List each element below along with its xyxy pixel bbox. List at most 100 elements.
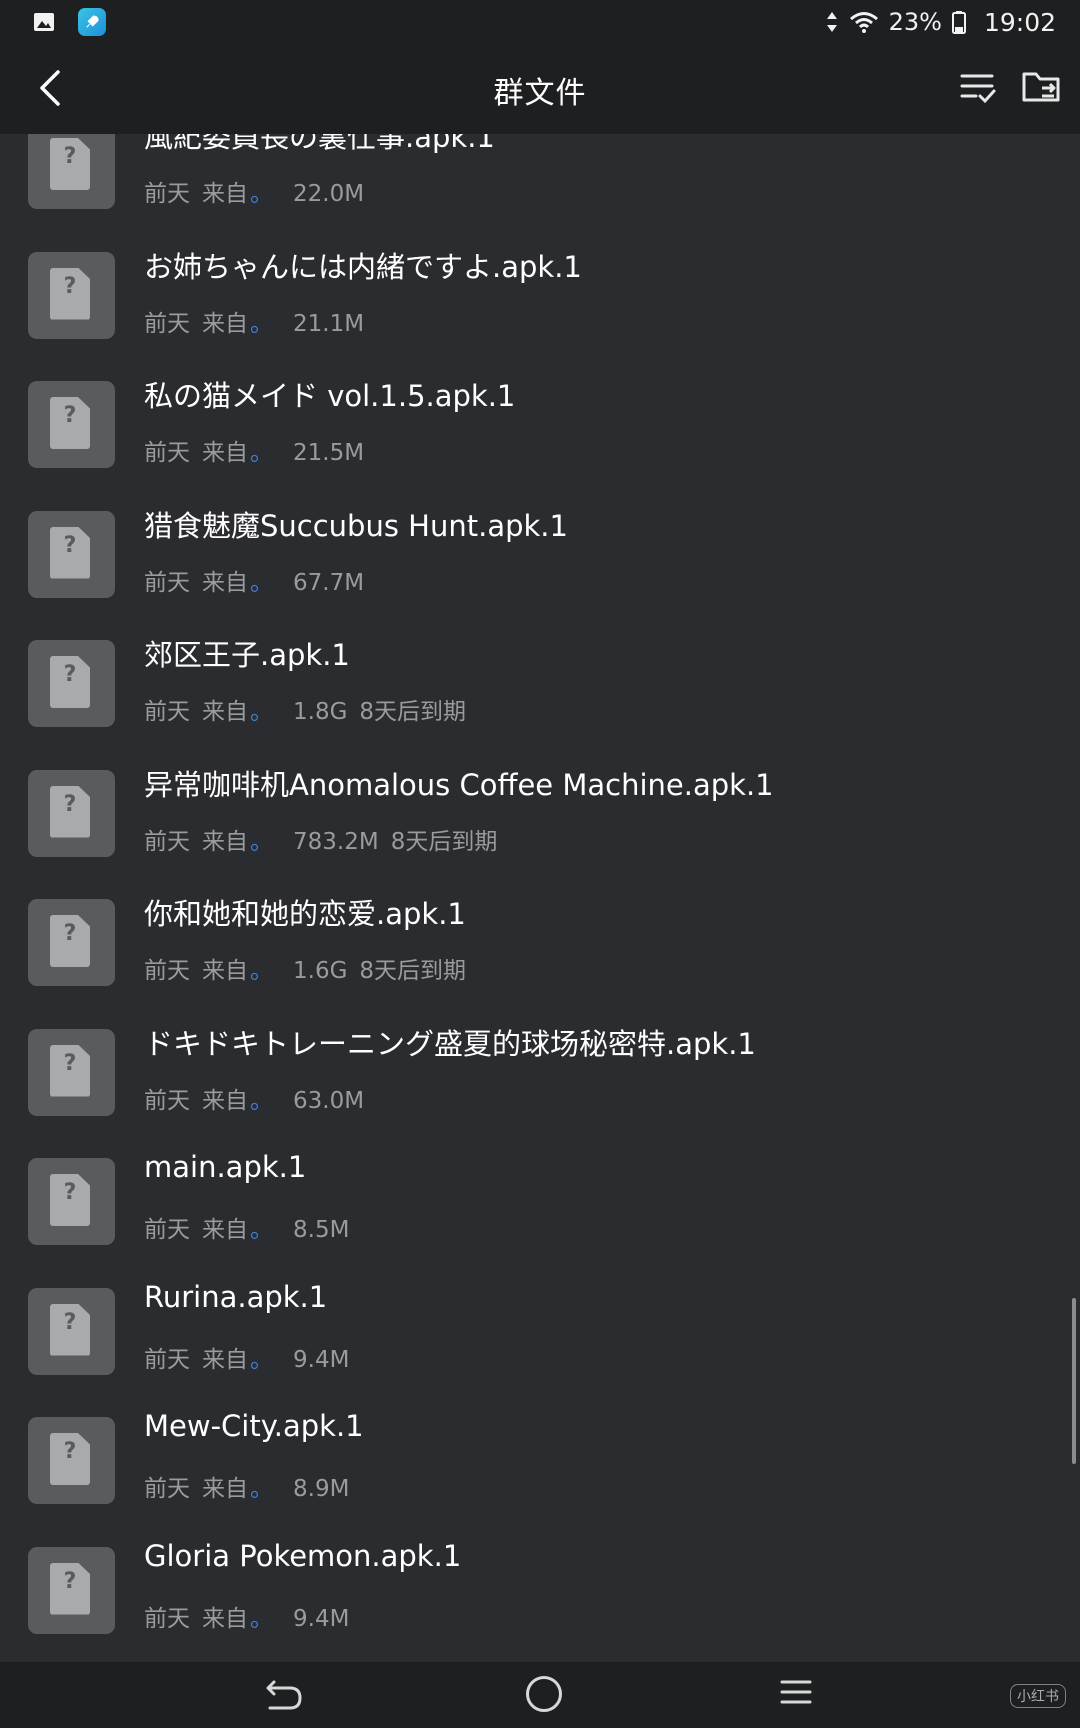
file-list-item[interactable]: ? 你和她和她的恋爱.apk.1 前天 来自。 1.6G 8天后到期 [0,877,1080,1007]
file-from-label: 来自 [202,1217,248,1243]
unknown-file-icon: ? [28,251,115,339]
menu-lines-icon[interactable] [780,1678,812,1706]
file-sender[interactable]: 。 [250,1088,273,1114]
file-size: 21.5M [293,440,365,466]
unknown-file-icon: ? [28,510,115,598]
data-arrows-icon [826,12,837,32]
file-list-item[interactable]: ? Rurina.apk.1 前天 来自。 9.4M [0,1266,1080,1396]
unknown-file-icon: ? [28,899,115,986]
file-date: 前天 [144,1476,190,1502]
file-size: 22.0M [293,181,365,207]
page-title: 群文件 [493,76,587,111]
navigation-bar: 小红书 [0,1662,1080,1728]
file-from-label: 来自 [202,828,248,855]
battery-percentage: 23% [888,8,942,36]
file-date: 前天 [144,1605,190,1632]
file-list-item[interactable]: ? 風紀委員長の裏仕事.apk.1 前天 来自。 22.0M [0,134,1080,230]
file-list-item[interactable]: ? 郊区王子.apk.1 前天 来自。 1.8G 8天后到期 [0,618,1080,748]
file-date: 前天 [144,828,190,855]
rocket-app-icon [78,8,106,36]
unknown-file-icon: ? [28,1158,115,1245]
file-sender[interactable]: 。 [250,1347,273,1373]
watermark-badge: 小红书 [1010,1684,1066,1708]
home-circle-icon[interactable] [526,1676,562,1712]
file-meta: 前天 来自。 63.0M [144,1081,388,1115]
file-sender[interactable]: 。 [250,829,273,855]
gallery-icon [34,13,54,31]
file-name: お姉ちゃんには内緒ですよ.apk.1 [144,249,582,284]
file-name: Rurina.apk.1 [144,1279,328,1314]
file-size: 783.2M [293,828,379,855]
folder-transfer-icon [1022,72,1060,102]
file-expiry: 8天后到期 [359,958,467,984]
file-list[interactable]: ? 風紀委員長の裏仕事.apk.1 前天 来自。 22.0M ? お姉ちゃんには内緒… [0,134,1080,1662]
file-sender[interactable]: 。 [250,570,273,596]
file-meta: 前天 来自。 8.9M [144,1469,373,1503]
file-date: 前天 [144,958,190,984]
file-date: 前天 [144,699,190,725]
file-from-label: 来自 [202,440,248,466]
file-name: 异常咖啡机Anomalous Coffee Machine.apk.1 [144,767,774,802]
file-size: 21.1M [293,310,365,337]
clock: 19:02 [983,7,1056,37]
file-name: Mew-City.apk.1 [144,1409,364,1443]
file-from-label: 来自 [202,699,248,725]
file-sender[interactable]: 。 [250,699,273,725]
file-list-item[interactable]: ? 猎食魅魔Succubus Hunt.apk.1 前天 来自。 67.7M [0,489,1080,619]
file-meta: 前天 来自。 67.7M [144,563,388,597]
file-date: 前天 [144,1346,190,1373]
file-from-label: 来自 [202,569,248,596]
file-date: 前天 [144,181,190,207]
sort-button[interactable] [958,68,998,108]
file-size: 8.9M [293,1476,350,1502]
file-size: 9.4M [293,1605,350,1632]
file-sender[interactable]: 。 [250,958,273,984]
file-list-item[interactable]: ? Mew-City.apk.1 前天 来自。 8.9M [0,1395,1080,1525]
file-list-item[interactable]: ? 私の猫メイド vol.1.5.apk.1 前天 来自。 21.5M [0,359,1080,489]
file-size: 8.5M [293,1217,350,1243]
file-size: 1.8G [293,699,348,725]
screen: 23% 19:02 群文件 ? 風紀委員長の裏仕事.apk.1 前天 来自。 2… [0,0,1080,1728]
file-size: 1.6G [293,958,348,984]
file-size: 9.4M [293,1346,350,1373]
file-sender[interactable]: 。 [250,181,273,207]
file-from-label: 来自 [202,1605,248,1632]
file-meta: 前天 来自。 8.5M [144,1210,373,1244]
file-meta: 前天 来自。 1.6G 8天后到期 [144,951,478,985]
file-list-item[interactable]: ? Gloria Pokemon.apk.1 前天 来自。 9.4M [0,1525,1080,1655]
file-name: 郊区王子.apk.1 [144,638,350,672]
unknown-file-icon: ? [28,1028,115,1116]
unknown-file-icon: ? [28,1546,115,1634]
file-sender[interactable]: 。 [250,1476,273,1502]
file-meta: 前天 来自。 22.0M [144,174,388,208]
scrollbar[interactable] [1072,1298,1076,1464]
file-sender[interactable]: 。 [250,1217,273,1243]
file-from-label: 来自 [202,181,248,207]
file-sender[interactable]: 。 [250,311,273,337]
file-list-item[interactable]: ? ドキドキトレーニング盛夏的球场秘密特.apk.1 前天 来自。 63.0M [0,1007,1080,1137]
file-meta: 前天 来自。 9.4M [144,1599,373,1633]
file-from-label: 来自 [202,310,248,337]
file-list-item[interactable]: ? 异常咖啡机Anomalous Coffee Machine.apk.1 前天… [0,748,1080,878]
status-bar-left [32,8,106,36]
file-meta: 前天 来自。 21.5M [144,433,388,467]
file-from-label: 来自 [202,958,248,984]
file-name: Gloria Pokemon.apk.1 [144,1538,462,1573]
file-from-label: 来自 [202,1476,248,1502]
file-sender[interactable]: 。 [250,440,273,466]
file-sender[interactable]: 。 [250,1606,273,1632]
file-list-item[interactable]: ? main.apk.1 前天 来自。 8.5M [0,1136,1080,1266]
file-size: 63.0M [293,1087,365,1114]
file-from-label: 来自 [202,1087,248,1114]
file-meta: 前天 来自。 783.2M 8天后到期 [144,822,509,856]
file-name: main.apk.1 [144,1150,307,1184]
back-arrow-icon[interactable] [264,1676,304,1712]
file-meta: 前天 来自。 9.4M [144,1340,373,1374]
status-bar-right: 23% 19:02 [825,4,1056,40]
unknown-file-icon: ? [28,769,115,857]
unknown-file-icon: ? [28,640,115,727]
file-list-item[interactable]: ? お姉ちゃんには内緒ですよ.apk.1 前天 来自。 21.1M [0,230,1080,360]
file-expiry: 8天后到期 [359,699,467,725]
folder-transfer-button[interactable] [1020,66,1064,110]
file-date: 前天 [144,440,190,466]
